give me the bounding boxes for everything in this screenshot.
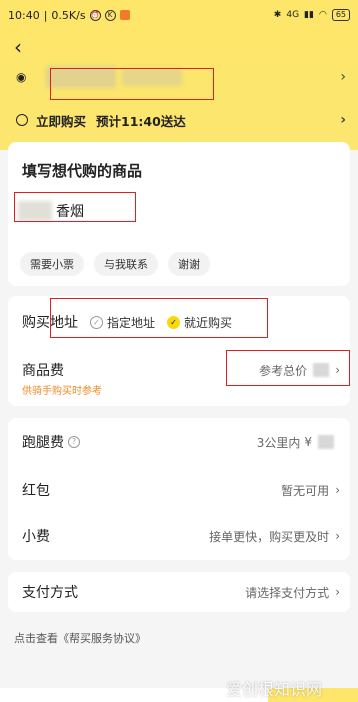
annotation-box [14, 192, 136, 222]
battery-icon: 65 [331, 9, 350, 21]
goods-fee-note: 供骑手购买时参考 [22, 386, 102, 397]
goods-card-title: 填写想代购的商品 [22, 162, 143, 180]
payment-card[interactable]: 支付方式 请选择支付方式 › [8, 572, 350, 612]
agreement-link[interactable]: 点击查看《帮买服务协议》 [14, 630, 146, 646]
chevron-right-icon: › [335, 529, 340, 543]
chevron-right-icon: › [335, 585, 340, 599]
delivery-estimate: 预计11:40送达 [96, 113, 186, 129]
red-packet-value: 暂无可用 [281, 483, 330, 498]
k-icon: K [104, 9, 116, 21]
location-icon: ◉ [16, 70, 27, 84]
signal-icon: 4G [286, 10, 300, 20]
payment-value: 请选择支付方式 [245, 585, 330, 600]
red-packet-label: 红包 [22, 483, 50, 499]
annotation-box [50, 68, 214, 100]
help-icon[interactable]: ? [68, 436, 80, 448]
goods-fee-label: 商品费 [22, 363, 64, 379]
status-time: 10:40 [8, 8, 40, 22]
payment-row[interactable]: 支付方式 请选择支付方式 › [22, 582, 340, 602]
fees-card: 跑腿费 ? 3公里内 ¥ 红包 暂无可用 › 小费 接单更快，购买更及时 › [8, 418, 350, 560]
tag-contact-me[interactable]: 与我联系 [94, 252, 158, 276]
delivery-time-row[interactable]: 立即购买 预计11:40送达 › [16, 110, 346, 130]
blurred-run-fee [318, 435, 334, 449]
chevron-right-icon: › [335, 483, 340, 497]
tip-value: 接单更快，购买更及时 [209, 529, 330, 544]
quick-tags: 需要小票 与我联系 谢谢 [20, 252, 210, 276]
run-fee-row[interactable]: 跑腿费 ? 3公里内 ¥ [22, 432, 340, 452]
network-speed: 0.5K/s [51, 8, 86, 22]
tag-thanks[interactable]: 谢谢 [168, 252, 210, 276]
run-fee-value: 3公里内 [256, 435, 301, 450]
run-fee-label: 跑腿费 [22, 435, 64, 451]
tip-label: 小费 [22, 529, 50, 545]
bluetooth-icon: ✱ [273, 10, 282, 20]
red-packet-row[interactable]: 红包 暂无可用 › [22, 480, 340, 500]
signal-icon-2: ▮▮ [304, 10, 314, 20]
alarm-icon: ⏰ [89, 9, 101, 21]
chevron-right-icon: › [340, 112, 346, 128]
buy-now-label: 立即购买 [36, 113, 87, 129]
wifi-icon: ◠ [318, 10, 327, 20]
status-bar: 10:40 | 0.5K/s ⏰ K ✱ 4G ▮▮ ◠ 65 [0, 0, 358, 30]
app-notification-icon [119, 10, 130, 20]
chevron-right-icon: › [340, 69, 346, 85]
back-icon[interactable]: ‹ [14, 37, 34, 58]
payment-label: 支付方式 [22, 585, 78, 601]
watermark: 爱创根知识网 [226, 680, 323, 699]
clock-icon [16, 114, 28, 126]
tag-need-receipt[interactable]: 需要小票 [20, 252, 84, 276]
annotation-box [226, 350, 350, 386]
currency-symbol: ¥ [304, 435, 312, 449]
annotation-box [50, 298, 268, 338]
tip-row[interactable]: 小费 接单更快，购买更及时 › [22, 526, 340, 546]
